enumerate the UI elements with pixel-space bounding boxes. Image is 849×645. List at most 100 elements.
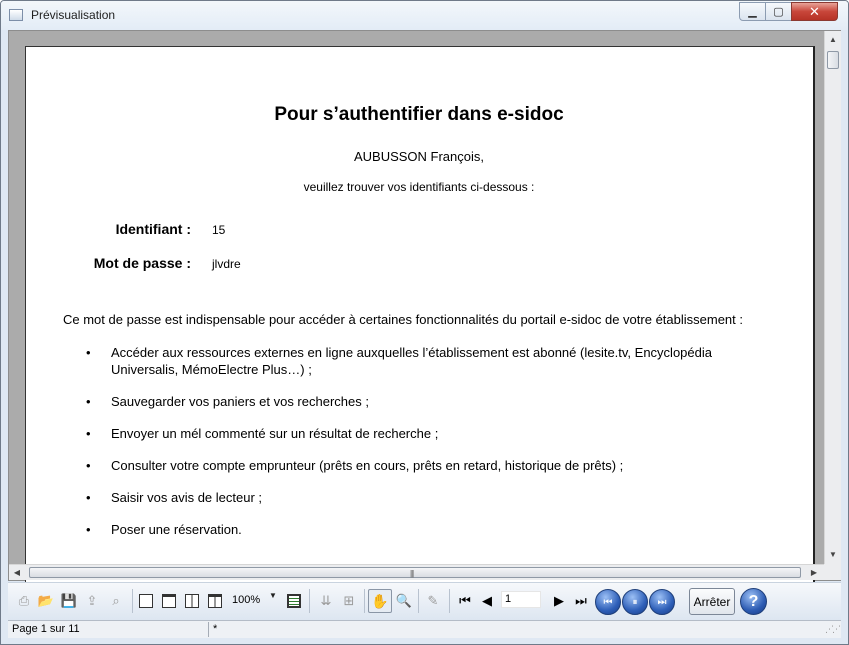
- full-page-icon: [287, 594, 301, 608]
- bullet-icon: •: [86, 490, 91, 505]
- play-forward-button[interactable]: ⏭: [649, 589, 675, 615]
- page-width-view-button[interactable]: [159, 591, 179, 611]
- hand-icon: ✋: [371, 592, 389, 609]
- bullet-icon: •: [86, 426, 91, 441]
- maximize-icon: ▢: [773, 6, 784, 18]
- zoom-tool-button[interactable]: 🔍: [394, 591, 414, 611]
- resize-grip-icon[interactable]: ⋰⋰: [825, 624, 841, 635]
- modified-indicator: *: [213, 623, 218, 635]
- status-bar: Page 1 sur 11 * ⋰⋰: [8, 620, 841, 638]
- first-page-icon: ⏮: [459, 593, 471, 608]
- page-count-status: Page 1 sur 11: [12, 623, 80, 635]
- floppy-icon: 💾: [60, 593, 78, 608]
- features-list: • Accéder aux ressources externes en lign…: [86, 344, 776, 553]
- bullet-icon: •: [86, 345, 91, 360]
- scroll-up-icon[interactable]: ▲: [825, 31, 841, 47]
- pan-tool-button[interactable]: ✋: [368, 589, 392, 613]
- window-icon: [9, 9, 23, 21]
- title-bar[interactable]: Prévisualisation ▁ ▢ ✕: [1, 1, 848, 30]
- rewind-icon: ⏮: [603, 596, 613, 608]
- open-button[interactable]: 📂: [36, 591, 56, 611]
- bullet-icon: •: [86, 458, 91, 473]
- list-item: • Accéder aux ressources externes en lign…: [86, 345, 712, 377]
- outline-button[interactable]: ⊞: [339, 591, 359, 611]
- toolbar-separator: [449, 589, 450, 613]
- one-page-view-button[interactable]: [136, 591, 156, 611]
- features-paragraph: Ce mot de passe est indispensable pour a…: [63, 312, 743, 327]
- intro-text: veuillez trouver vos identifiants ci-des…: [303, 180, 535, 194]
- last-page-icon: ⏭: [575, 593, 587, 608]
- toolbar-separator: [364, 589, 365, 613]
- play-pause-button[interactable]: ⏸: [622, 589, 648, 615]
- binoculars-icon: ⌕: [112, 593, 120, 608]
- scroll-right-icon[interactable]: ▶: [806, 565, 822, 580]
- two-pages-view-button[interactable]: [182, 591, 202, 611]
- horizontal-scroll-thumb[interactable]: |||: [29, 567, 801, 578]
- one-page-icon: [139, 594, 153, 608]
- horizontal-scrollbar[interactable]: ◀ ||| ▶: [9, 564, 824, 580]
- close-button[interactable]: ✕: [791, 2, 838, 21]
- scroll-left-icon[interactable]: ◀: [9, 565, 25, 580]
- scrollbar-corner: [824, 564, 841, 580]
- next-page-button[interactable]: ▶: [549, 591, 569, 611]
- vertical-scroll-thumb[interactable]: [827, 51, 839, 69]
- list-item: • Saisir vos avis de lecteur ;: [86, 490, 263, 505]
- magnifier-icon: 🔍: [395, 593, 413, 608]
- save-button[interactable]: 💾: [59, 591, 79, 611]
- toolbar-separator: [132, 589, 133, 613]
- list-item: • Envoyer un mél commenté sur un résultat…: [86, 426, 439, 441]
- password-label: Mot de passe :: [93, 255, 191, 271]
- minimize-icon: ▁: [748, 6, 757, 18]
- next-page-icon: ▶: [554, 593, 564, 608]
- first-page-button[interactable]: ⏮: [455, 591, 475, 611]
- recipient-name: AUBUSSON François,: [353, 149, 485, 164]
- four-pages-icon: [208, 594, 222, 608]
- print-button[interactable]: ⎙: [14, 591, 34, 611]
- bullet-icon: •: [86, 394, 91, 409]
- help-icon: ?: [748, 592, 759, 610]
- pause-icon: ⏸: [632, 596, 638, 608]
- tree-icon: ⊞: [343, 593, 355, 608]
- list-item: • Consulter votre compte emprunteur (prêt…: [86, 458, 624, 473]
- list-item: • Poser une réservation.: [86, 522, 242, 537]
- document-title: Pour s’authentifier dans e-sidoc: [274, 104, 564, 125]
- help-button[interactable]: ?: [740, 588, 767, 615]
- export-icon: ⇪: [86, 593, 98, 608]
- minimize-button[interactable]: ▁: [739, 2, 766, 21]
- window-title: Prévisualisation: [31, 8, 116, 22]
- last-page-button[interactable]: ⏭: [571, 591, 591, 611]
- printer-icon: ⎙: [18, 593, 30, 608]
- previous-page-button[interactable]: ◀: [477, 591, 497, 611]
- chevron-down-icon[interactable]: ▼: [269, 591, 277, 600]
- play-backward-button[interactable]: ⏮: [595, 589, 621, 615]
- scroll-down-icon[interactable]: ▼: [825, 546, 841, 562]
- login-label: Identifiant :: [115, 221, 191, 237]
- close-icon: ✕: [809, 3, 820, 19]
- previous-page-icon: ◀: [482, 593, 492, 608]
- find-button[interactable]: ⌕: [106, 591, 126, 611]
- full-page-button[interactable]: [284, 591, 304, 611]
- page-width-icon: [162, 594, 176, 608]
- login-value: 15: [212, 223, 226, 237]
- stop-button[interactable]: Arrêter: [689, 588, 735, 615]
- document-page: Pour s’authentifier dans e-sidoc AUBUSSO…: [25, 46, 815, 582]
- bullet-icon: •: [86, 522, 91, 537]
- expand-button[interactable]: ⇊: [316, 591, 336, 611]
- folder-icon: 📂: [37, 593, 55, 608]
- four-pages-view-button[interactable]: [205, 591, 225, 611]
- page-number-input[interactable]: 1: [501, 591, 541, 608]
- password-value: jlvdre: [212, 257, 241, 271]
- pencil-icon: ✎: [427, 593, 439, 608]
- export-button[interactable]: ⇪: [82, 591, 102, 611]
- two-pages-icon: [185, 594, 199, 608]
- maximize-button[interactable]: ▢: [765, 2, 792, 21]
- annotate-button[interactable]: ✎: [423, 591, 443, 611]
- fast-forward-icon: ⏭: [657, 596, 667, 608]
- toolbar-separator: [418, 589, 419, 613]
- preview-area[interactable]: Pour s’authentifier dans e-sidoc AUBUSSO…: [8, 30, 841, 582]
- vertical-scrollbar[interactable]: ▲ ▼: [824, 31, 841, 564]
- list-item: • Sauvegarder vos paniers et vos recherch…: [86, 394, 369, 409]
- double-chevron-down-icon: ⇊: [320, 593, 332, 608]
- grip-icon: |||: [410, 569, 414, 578]
- toolbar-separator: [309, 589, 310, 613]
